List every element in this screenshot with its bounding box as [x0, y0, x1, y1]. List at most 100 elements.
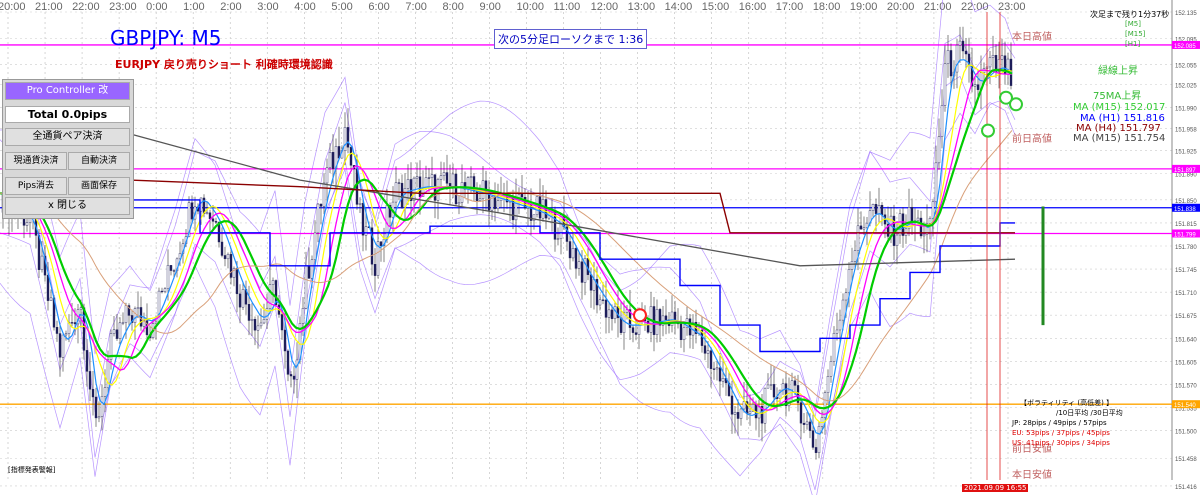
- candle-body: [361, 203, 365, 236]
- y-tick-label: 151.416: [1175, 485, 1197, 491]
- candle-body: [301, 308, 305, 324]
- candle-body: [82, 307, 86, 351]
- x-tick-label: 12:00: [591, 1, 619, 13]
- y-tick-label: 151.710: [1175, 291, 1197, 297]
- candle-body: [478, 198, 482, 201]
- candle-body: [253, 319, 257, 331]
- x-tick-label: 4:00: [294, 1, 315, 13]
- candle-body: [304, 265, 308, 309]
- candle-body: [976, 84, 980, 90]
- level-price-label: 151.540: [1174, 403, 1196, 409]
- candle-body: [622, 312, 626, 333]
- candle-body: [664, 315, 668, 320]
- volatility-title: 【ボラティリティ (高低差) 】: [1020, 399, 1114, 407]
- candle-body: [958, 40, 962, 46]
- candle-body: [766, 384, 770, 389]
- candle-body: [961, 40, 965, 52]
- x-tick-label: 21:00: [924, 1, 952, 13]
- candle-body: [103, 387, 107, 397]
- candle-body: [844, 292, 848, 301]
- close-panel-button[interactable]: x 閉じる: [5, 197, 130, 215]
- x-tick-label: 20:00: [0, 1, 26, 13]
- next-bar-timer: 次足まで残り1分37秒: [1090, 10, 1170, 19]
- candle-body: [112, 329, 116, 334]
- y-tick-label: 151.500: [1175, 430, 1197, 436]
- volatility-row-us: US: 41pips / 30pips / 34pips: [1012, 439, 1110, 447]
- candle-body: [742, 401, 746, 410]
- y-tick-label: 151.745: [1175, 268, 1197, 274]
- candle-body: [118, 322, 122, 339]
- candle-body: [40, 255, 44, 270]
- x-tick-label: 5:00: [331, 1, 352, 13]
- candle-body: [814, 447, 818, 453]
- candle-body: [229, 254, 233, 278]
- candle-body: [790, 380, 794, 391]
- candle-body: [256, 325, 260, 331]
- candle-body: [400, 182, 404, 208]
- signal-star-icon: [633, 308, 647, 323]
- candle-body: [838, 319, 842, 331]
- candle-body: [568, 241, 572, 259]
- crosshair-date-box: 2021.09.09 16:55: [962, 484, 1029, 492]
- total-pips: Total 0.0pips: [5, 106, 130, 123]
- save-screen-button[interactable]: 画面保存: [68, 177, 130, 195]
- level-price-label: 151.799: [1174, 232, 1196, 238]
- x-tick-label: 16:00: [739, 1, 767, 13]
- candle-body: [598, 299, 602, 306]
- level-price-label: 151.838: [1174, 207, 1196, 213]
- auto-close-button[interactable]: 自動決済: [68, 152, 130, 170]
- ma-line-fast: [0, 59, 1013, 435]
- candle-body: [328, 152, 332, 168]
- x-tick-label: 18:00: [813, 1, 841, 13]
- controller-title[interactable]: Pro Controller 改: [5, 82, 130, 100]
- candle-body: [460, 182, 464, 203]
- x-tick-label: 2:00: [220, 1, 241, 13]
- candle-body: [295, 359, 299, 380]
- x-tick-label: 20:00: [887, 1, 915, 13]
- candle-body: [172, 270, 176, 272]
- candle-body: [208, 212, 212, 219]
- close-all-button[interactable]: 全通貨ペア決済: [5, 128, 130, 146]
- candle-body: [910, 207, 914, 223]
- candle-body: [964, 50, 968, 55]
- candle-body: [748, 411, 752, 414]
- candle-body: [763, 387, 767, 424]
- candle-body: [310, 259, 314, 279]
- timeframe-flag-m15: [M15]: [1125, 30, 1146, 38]
- candle-body: [25, 222, 29, 226]
- candle-body: [613, 306, 617, 319]
- y-tick-label: 152.025: [1175, 84, 1197, 90]
- candle-body: [571, 248, 575, 259]
- candle-body: [427, 177, 431, 179]
- candle-body: [553, 209, 557, 240]
- candle-body: [877, 205, 881, 214]
- candle-body: [64, 333, 68, 336]
- candle-body: [811, 430, 815, 448]
- candle-body: [940, 105, 944, 137]
- candle-body: [271, 280, 275, 285]
- indicator-alert-label: [指標発表警報]: [8, 466, 56, 474]
- candle-body: [496, 200, 500, 210]
- x-tick-label: 3:00: [257, 1, 278, 13]
- y-tick-label: 151.815: [1175, 222, 1197, 228]
- candle-body: [136, 307, 140, 309]
- candle-body: [46, 274, 50, 301]
- candle-body: [91, 389, 95, 398]
- volatility-row-jp: JP: 28pips / 49pips / 57pips: [1012, 419, 1107, 427]
- candle-body: [292, 375, 296, 380]
- candle-body: [721, 378, 725, 382]
- candle-body: [235, 268, 239, 295]
- bollinger-band: [0, 34, 1016, 413]
- candle-body: [682, 327, 686, 341]
- candle-body: [934, 162, 938, 202]
- clear-pips-button[interactable]: Pips消去: [5, 177, 67, 195]
- candle-body: [610, 309, 614, 319]
- y-tick-label: 151.990: [1175, 107, 1197, 113]
- candle-body: [634, 332, 638, 335]
- y-tick-label: 151.925: [1175, 149, 1197, 155]
- candle-body: [85, 350, 89, 372]
- ma-m15-b-label: MA (M15) 151.754: [1073, 133, 1166, 144]
- candle-body: [280, 314, 284, 331]
- candle-body: [718, 367, 722, 382]
- close-current-button[interactable]: 現通貨決済: [5, 152, 67, 170]
